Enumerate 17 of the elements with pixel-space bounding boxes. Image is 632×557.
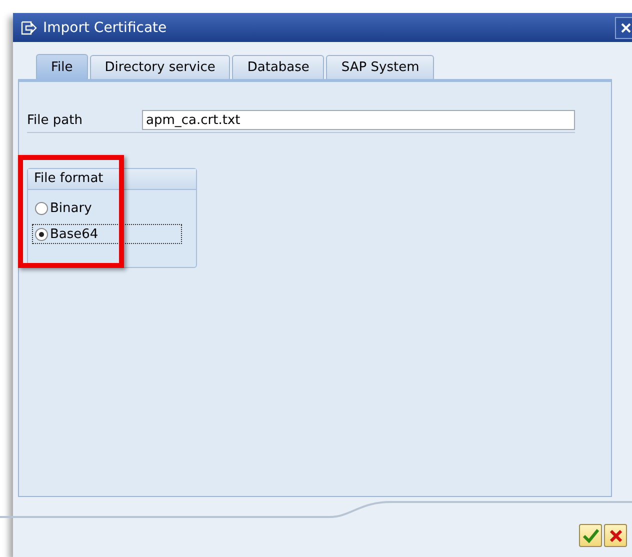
radio-option[interactable]: Binary [32, 198, 182, 218]
cancel-button[interactable] [604, 524, 627, 547]
checkmark-icon [582, 528, 598, 542]
field-label: File path [27, 112, 84, 128]
tab[interactable]: SAP System [326, 55, 434, 79]
close-icon [621, 22, 631, 32]
import-icon [21, 20, 37, 34]
confirm-button[interactable] [579, 524, 602, 547]
tab[interactable]: Directory service [90, 55, 230, 79]
close-button[interactable] [615, 16, 632, 38]
file-path-field[interactable]: apm_ca.crt.txt [142, 110, 575, 130]
tab[interactable]: File [36, 54, 88, 79]
window-title: Import Certificate [43, 20, 168, 36]
cancel-icon [610, 530, 622, 542]
radio-option[interactable]: Base64 [32, 224, 182, 244]
group-title: File format [28, 169, 196, 190]
tab[interactable]: Database [232, 55, 324, 79]
